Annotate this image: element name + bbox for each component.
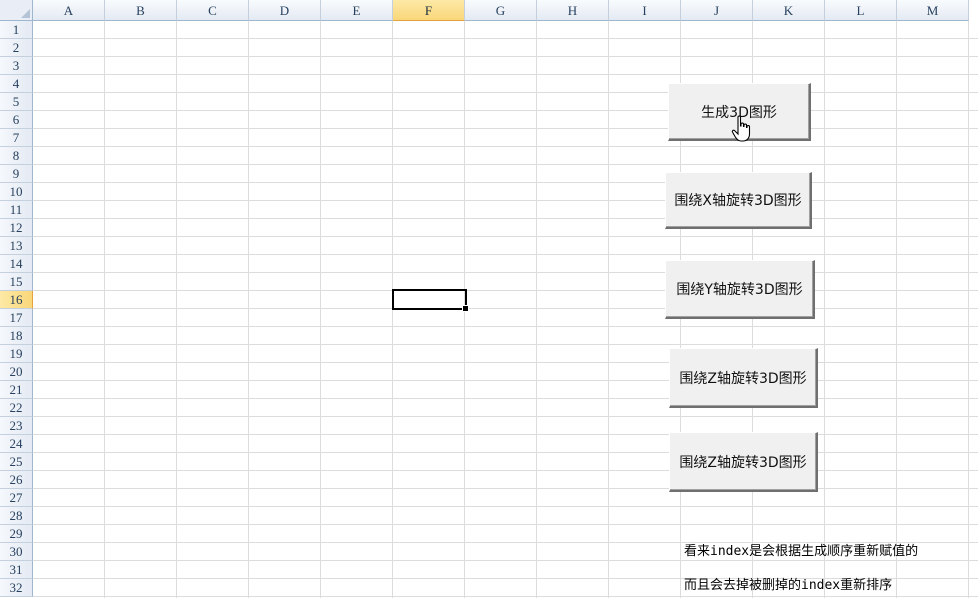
row-header-2[interactable]: 2 xyxy=(0,39,33,57)
column-header-a[interactable]: A xyxy=(33,0,105,21)
row-header-26[interactable]: 26 xyxy=(0,471,33,489)
column-header-c[interactable]: C xyxy=(177,0,249,21)
select-all-corner[interactable] xyxy=(0,0,33,21)
row-header-11[interactable]: 11 xyxy=(0,201,33,219)
row-header-21[interactable]: 21 xyxy=(0,381,33,399)
row-header-8[interactable]: 8 xyxy=(0,147,33,165)
active-cell-f16[interactable] xyxy=(392,289,469,312)
spreadsheet: A B C D E F G H I J K L M 1 2 3 4 5 6 7 … xyxy=(0,0,978,598)
column-header-g[interactable]: G xyxy=(465,0,537,21)
row-header-22[interactable]: 22 xyxy=(0,399,33,417)
row-header-19[interactable]: 19 xyxy=(0,345,33,363)
column-header-m[interactable]: M xyxy=(897,0,969,21)
row-header-18[interactable]: 18 xyxy=(0,327,33,345)
rotate-y-button[interactable]: 围绕Y轴旋转3D图形 xyxy=(665,260,815,319)
note-line-1: 看来index是会根据生成顺序重新赋值的 xyxy=(684,544,919,559)
row-header-32[interactable]: 32 xyxy=(0,579,33,597)
row-header-13[interactable]: 13 xyxy=(0,237,33,255)
row-header-16[interactable]: 16 xyxy=(0,291,33,309)
row-header-1[interactable]: 1 xyxy=(0,21,33,39)
column-header-i[interactable]: I xyxy=(609,0,681,21)
fill-handle[interactable] xyxy=(462,305,469,312)
column-header-j[interactable]: J xyxy=(681,0,753,21)
row-header-5[interactable]: 5 xyxy=(0,93,33,111)
row-header-24[interactable]: 24 xyxy=(0,435,33,453)
row-header-20[interactable]: 20 xyxy=(0,363,33,381)
row-header-9[interactable]: 9 xyxy=(0,165,33,183)
row-header-6[interactable]: 6 xyxy=(0,111,33,129)
rotate-z-button-2[interactable]: 围绕Z轴旋转3D图形 xyxy=(669,432,818,492)
column-header-h[interactable]: H xyxy=(537,0,609,21)
row-header-14[interactable]: 14 xyxy=(0,255,33,273)
column-header-k[interactable]: K xyxy=(753,0,825,21)
column-header-b[interactable]: B xyxy=(105,0,177,21)
row-header-29[interactable]: 29 xyxy=(0,525,33,543)
row-header-12[interactable]: 12 xyxy=(0,219,33,237)
row-header-23[interactable]: 23 xyxy=(0,417,33,435)
row-header-10[interactable]: 10 xyxy=(0,183,33,201)
row-header-4[interactable]: 4 xyxy=(0,75,33,93)
rotate-z-button[interactable]: 围绕Z轴旋转3D图形 xyxy=(669,348,818,408)
row-header-31[interactable]: 31 xyxy=(0,561,33,579)
column-header-f[interactable]: F xyxy=(393,0,465,21)
column-header-e[interactable]: E xyxy=(321,0,393,21)
cell-grid[interactable] xyxy=(33,21,978,598)
note-text: 看来index是会根据生成顺序重新赋值的 而且会去掉被删掉的index重新排序 xyxy=(684,526,974,598)
column-header-l[interactable]: L xyxy=(825,0,897,21)
note-line-2: 而且会去掉被删掉的index重新排序 xyxy=(684,578,893,593)
row-header-3[interactable]: 3 xyxy=(0,57,33,75)
row-header-28[interactable]: 28 xyxy=(0,507,33,525)
hand-pointer-icon xyxy=(731,115,751,142)
row-header-30[interactable]: 30 xyxy=(0,543,33,561)
row-header-15[interactable]: 15 xyxy=(0,273,33,291)
rotate-x-button[interactable]: 围绕X轴旋转3D图形 xyxy=(665,172,812,229)
row-header-17[interactable]: 17 xyxy=(0,309,33,327)
column-header-d[interactable]: D xyxy=(249,0,321,21)
row-header-27[interactable]: 27 xyxy=(0,489,33,507)
row-header-25[interactable]: 25 xyxy=(0,453,33,471)
row-header-7[interactable]: 7 xyxy=(0,129,33,147)
